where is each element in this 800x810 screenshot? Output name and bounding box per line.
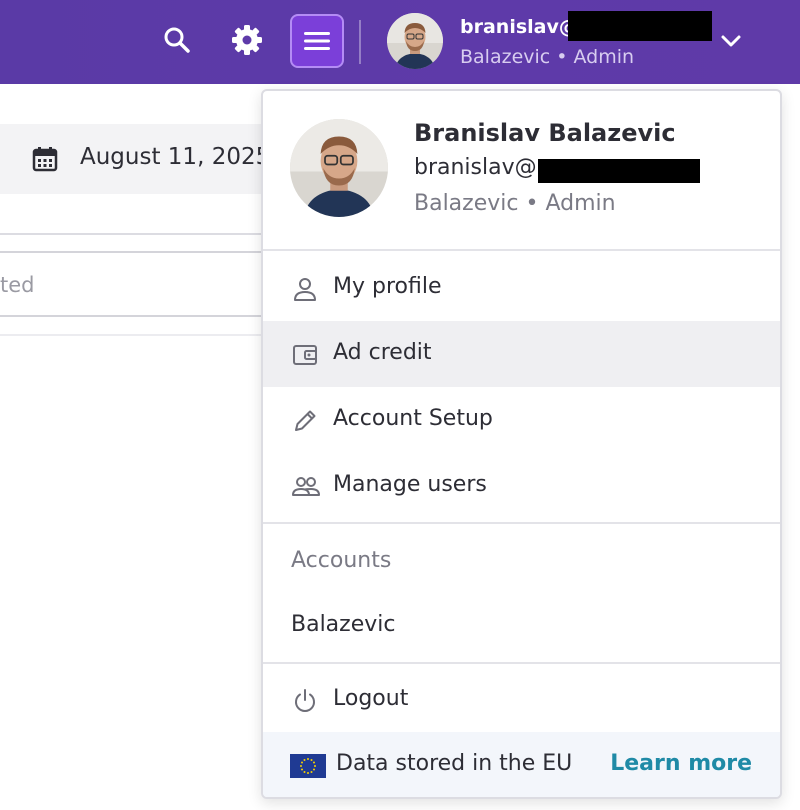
user-email-label[interactable]: branislav@ bbox=[460, 13, 578, 41]
user-menu-dropdown: Branislav Balazevic branislav@ Balazevic… bbox=[261, 89, 782, 799]
logout-label: Logout bbox=[333, 686, 409, 711]
wallet-icon bbox=[291, 341, 319, 369]
redacted-email-domain bbox=[538, 159, 700, 183]
topbar-divider bbox=[359, 20, 361, 64]
menu-item-account-setup[interactable]: Account Setup bbox=[263, 387, 780, 453]
calendar-icon bbox=[32, 146, 58, 176]
users-icon bbox=[291, 473, 320, 501]
user-profile-header: Branislav Balazevic branislav@ Balazevic… bbox=[263, 91, 780, 251]
power-icon bbox=[291, 687, 319, 715]
menu-separator bbox=[263, 522, 780, 524]
menu-item-label: Ad credit bbox=[333, 340, 432, 365]
divider bbox=[0, 233, 262, 235]
user-icon bbox=[291, 275, 319, 303]
background-field-text: ted bbox=[0, 273, 35, 297]
profile-role: Balazevic • Admin bbox=[414, 191, 616, 216]
menu-button[interactable] bbox=[290, 14, 344, 68]
top-bar: branislav@ Balazevic • Admin bbox=[0, 0, 800, 84]
profile-name: Branislav Balazevic bbox=[414, 119, 676, 147]
menu-item-label: Manage users bbox=[333, 472, 487, 497]
date-range-text: August 11, 2025 - bbox=[80, 144, 286, 170]
menu-item-label: My profile bbox=[333, 274, 442, 299]
menu-item-my-profile[interactable]: My profile bbox=[263, 255, 780, 321]
data-location-text: Data stored in the EU bbox=[336, 751, 573, 776]
divider bbox=[0, 334, 262, 336]
menu-item-label: Account Setup bbox=[333, 406, 493, 431]
learn-more-link[interactable]: Learn more bbox=[610, 751, 752, 776]
chevron-down-icon[interactable] bbox=[716, 26, 746, 56]
date-range-picker[interactable]: August 11, 2025 - bbox=[0, 124, 300, 194]
menu-item-manage-users[interactable]: Manage users bbox=[263, 453, 780, 519]
account-item-balazevic[interactable]: Balazevic bbox=[291, 612, 395, 637]
gear-icon[interactable] bbox=[227, 20, 267, 60]
profile-email: branislav@ bbox=[414, 155, 537, 180]
menu-separator bbox=[263, 662, 780, 664]
user-subtitle: Balazevic • Admin bbox=[460, 46, 635, 68]
profile-avatar bbox=[290, 119, 388, 217]
user-email-text: branislav@ bbox=[460, 16, 578, 38]
menu-icon bbox=[304, 32, 330, 50]
avatar[interactable] bbox=[387, 13, 443, 69]
menu-item-logout[interactable]: Logout bbox=[263, 667, 780, 733]
menu-item-ad-credit[interactable]: Ad credit bbox=[263, 321, 780, 387]
search-icon[interactable] bbox=[157, 20, 197, 60]
accounts-section-label: Accounts bbox=[291, 548, 392, 573]
redacted-email-domain bbox=[568, 11, 712, 41]
pencil-icon bbox=[291, 407, 319, 435]
eu-flag-icon bbox=[290, 754, 326, 778]
background-field[interactable]: ted bbox=[0, 251, 262, 317]
data-location-footer: Data stored in the EU Learn more bbox=[263, 732, 780, 797]
